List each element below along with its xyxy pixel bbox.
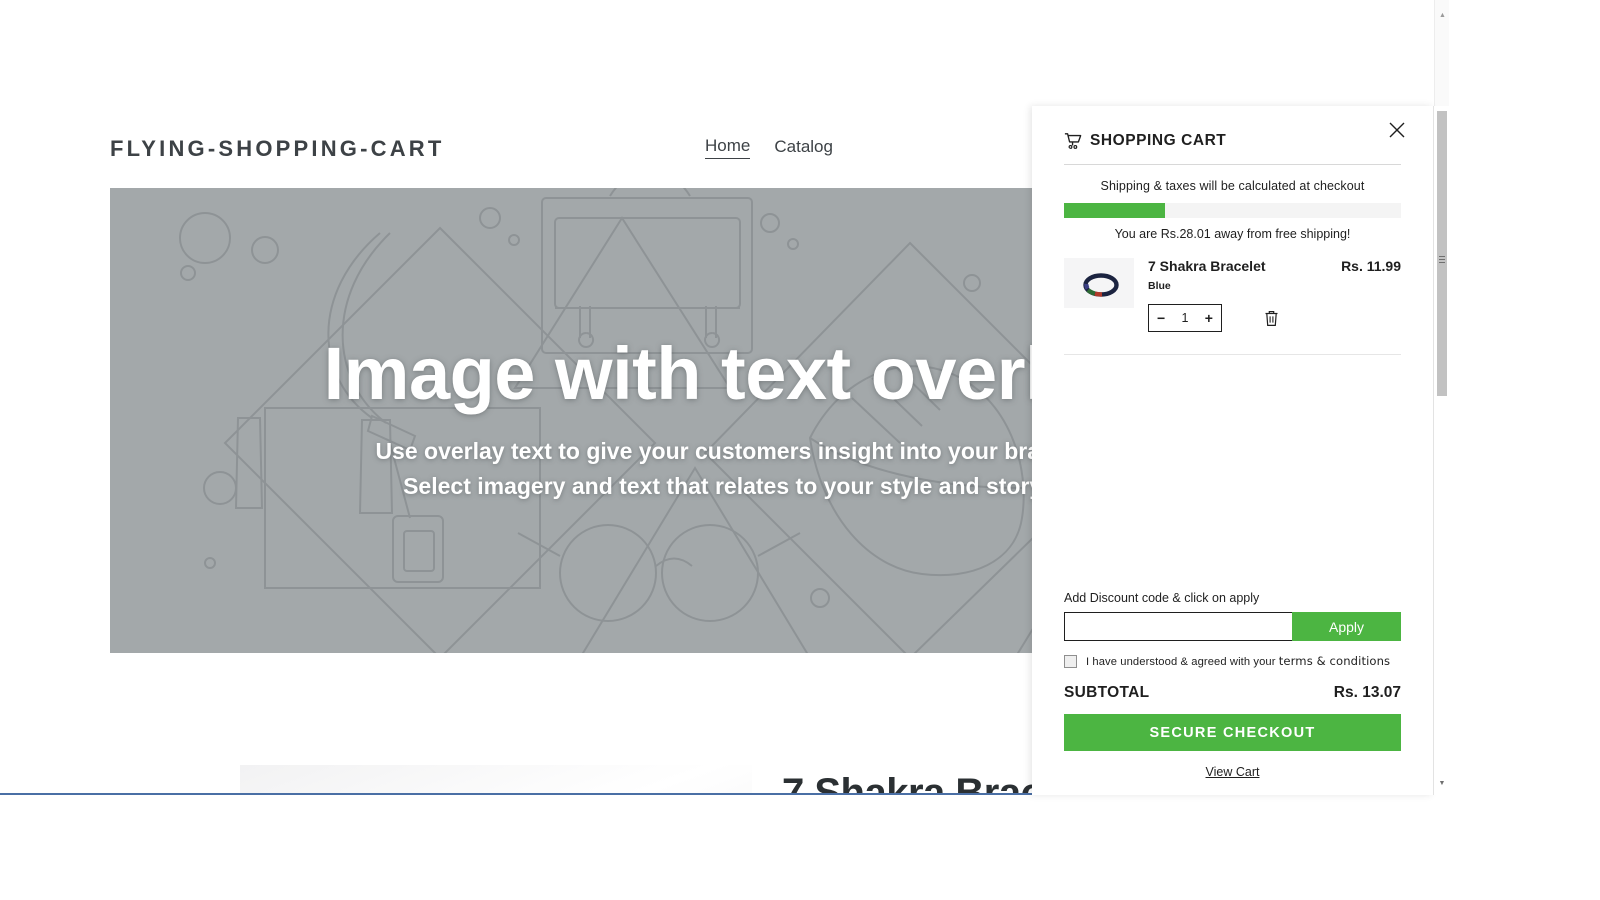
view-cart-link[interactable]: View Cart — [1206, 765, 1260, 779]
subtotal-label: SUBTOTAL — [1064, 684, 1150, 701]
product-image[interactable] — [240, 765, 752, 793]
terms-label: I have understood & agreed with your ter… — [1086, 654, 1390, 668]
cart-line-items: 7 Shakra Bracelet Rs. 11.99 Blue − 1 + — [1064, 258, 1401, 355]
nav-item-home[interactable]: Home — [705, 136, 751, 159]
shopping-cart-icon — [1064, 133, 1082, 149]
hero-subtitle: Use overlay text to give your customers … — [375, 434, 1074, 505]
main-navigation: Home Catalog — [705, 136, 833, 159]
nav-item-catalog[interactable]: Catalog — [774, 137, 833, 159]
cart-inner: SHOPPING CART Shipping & taxes will be c… — [1032, 106, 1433, 795]
close-cart-button[interactable] — [1383, 116, 1411, 144]
drawer-scrollbar-thumb[interactable] — [1437, 111, 1447, 396]
drawer-scrollbar-grip — [1439, 256, 1445, 257]
drawer-scroll-down-arrow-icon[interactable]: ▼ — [1434, 776, 1450, 790]
discount-label: Add Discount code & click on apply — [1064, 591, 1260, 605]
cart-item-controls: − 1 + — [1148, 304, 1401, 332]
quantity-increase-button[interactable]: + — [1205, 311, 1213, 325]
cart-item-title-row: 7 Shakra Bracelet Rs. 11.99 — [1148, 258, 1401, 274]
close-icon — [1389, 122, 1405, 138]
subtotal-row: SUBTOTAL Rs. 13.07 — [1064, 684, 1401, 702]
cart-item-details: 7 Shakra Bracelet Rs. 11.99 Blue − 1 + — [1148, 258, 1401, 332]
cart-header: SHOPPING CART — [1064, 106, 1401, 150]
secure-checkout-button[interactable]: SECURE CHECKOUT — [1064, 714, 1401, 751]
terms-and-conditions-link[interactable]: terms & conditions — [1279, 654, 1390, 668]
remove-item-button[interactable] — [1262, 309, 1280, 327]
subtotal-value: Rs. 13.07 — [1333, 684, 1401, 701]
terms-row: I have understood & agreed with your ter… — [1064, 654, 1401, 668]
cart-title: SHOPPING CART — [1090, 132, 1227, 149]
browser-viewport: FLYING-SHOPPING-CART Home Catalog Image … — [0, 0, 1600, 900]
trash-icon — [1265, 310, 1277, 326]
bracelet-image — [1064, 258, 1134, 308]
terms-checkbox[interactable] — [1064, 654, 1077, 668]
free-shipping-progress-bar — [1064, 203, 1401, 218]
cart-header-divider — [1064, 164, 1401, 165]
hero-subtitle-line-1: Use overlay text to give your customers … — [375, 437, 1075, 464]
free-shipping-progress-fill — [1064, 203, 1166, 218]
cart-item-variant: Blue — [1148, 280, 1171, 292]
apply-discount-button[interactable]: Apply — [1292, 612, 1401, 641]
view-cart-row: View Cart — [1064, 751, 1401, 795]
cart-drawer-scrollbar[interactable]: ▲ ▼ — [1433, 106, 1449, 795]
site-logo[interactable]: FLYING-SHOPPING-CART — [110, 136, 445, 162]
discount-code-input[interactable] — [1064, 612, 1292, 641]
hero-title: Image with text overlay — [323, 332, 1127, 416]
shipping-note: Shipping & taxes will be calculated at c… — [1100, 179, 1365, 193]
free-shipping-note: You are Rs.28.01 away from free shipping… — [1114, 227, 1351, 241]
cart-item-price: Rs. 11.99 — [1341, 258, 1401, 274]
quantity-decrease-button[interactable]: − — [1157, 311, 1165, 325]
quantity-value[interactable]: 1 — [1182, 311, 1189, 325]
terms-text-plain: I have understood & agreed with your — [1086, 656, 1279, 668]
cart-line-item: 7 Shakra Bracelet Rs. 11.99 Blue − 1 + — [1064, 258, 1401, 355]
cart-item-thumbnail[interactable] — [1064, 258, 1134, 308]
cart-footer: Add Discount code & click on apply Apply… — [1064, 591, 1401, 795]
discount-row: Apply — [1064, 612, 1401, 641]
hero-subtitle-line-2: Select imagery and text that relates to … — [403, 473, 1047, 500]
quantity-stepper[interactable]: − 1 + — [1148, 304, 1222, 332]
scroll-up-arrow-icon[interactable]: ▲ — [1435, 8, 1449, 23]
shopping-cart-drawer: SHOPPING CART Shipping & taxes will be c… — [1032, 106, 1433, 795]
cart-item-name[interactable]: 7 Shakra Bracelet — [1148, 258, 1266, 274]
